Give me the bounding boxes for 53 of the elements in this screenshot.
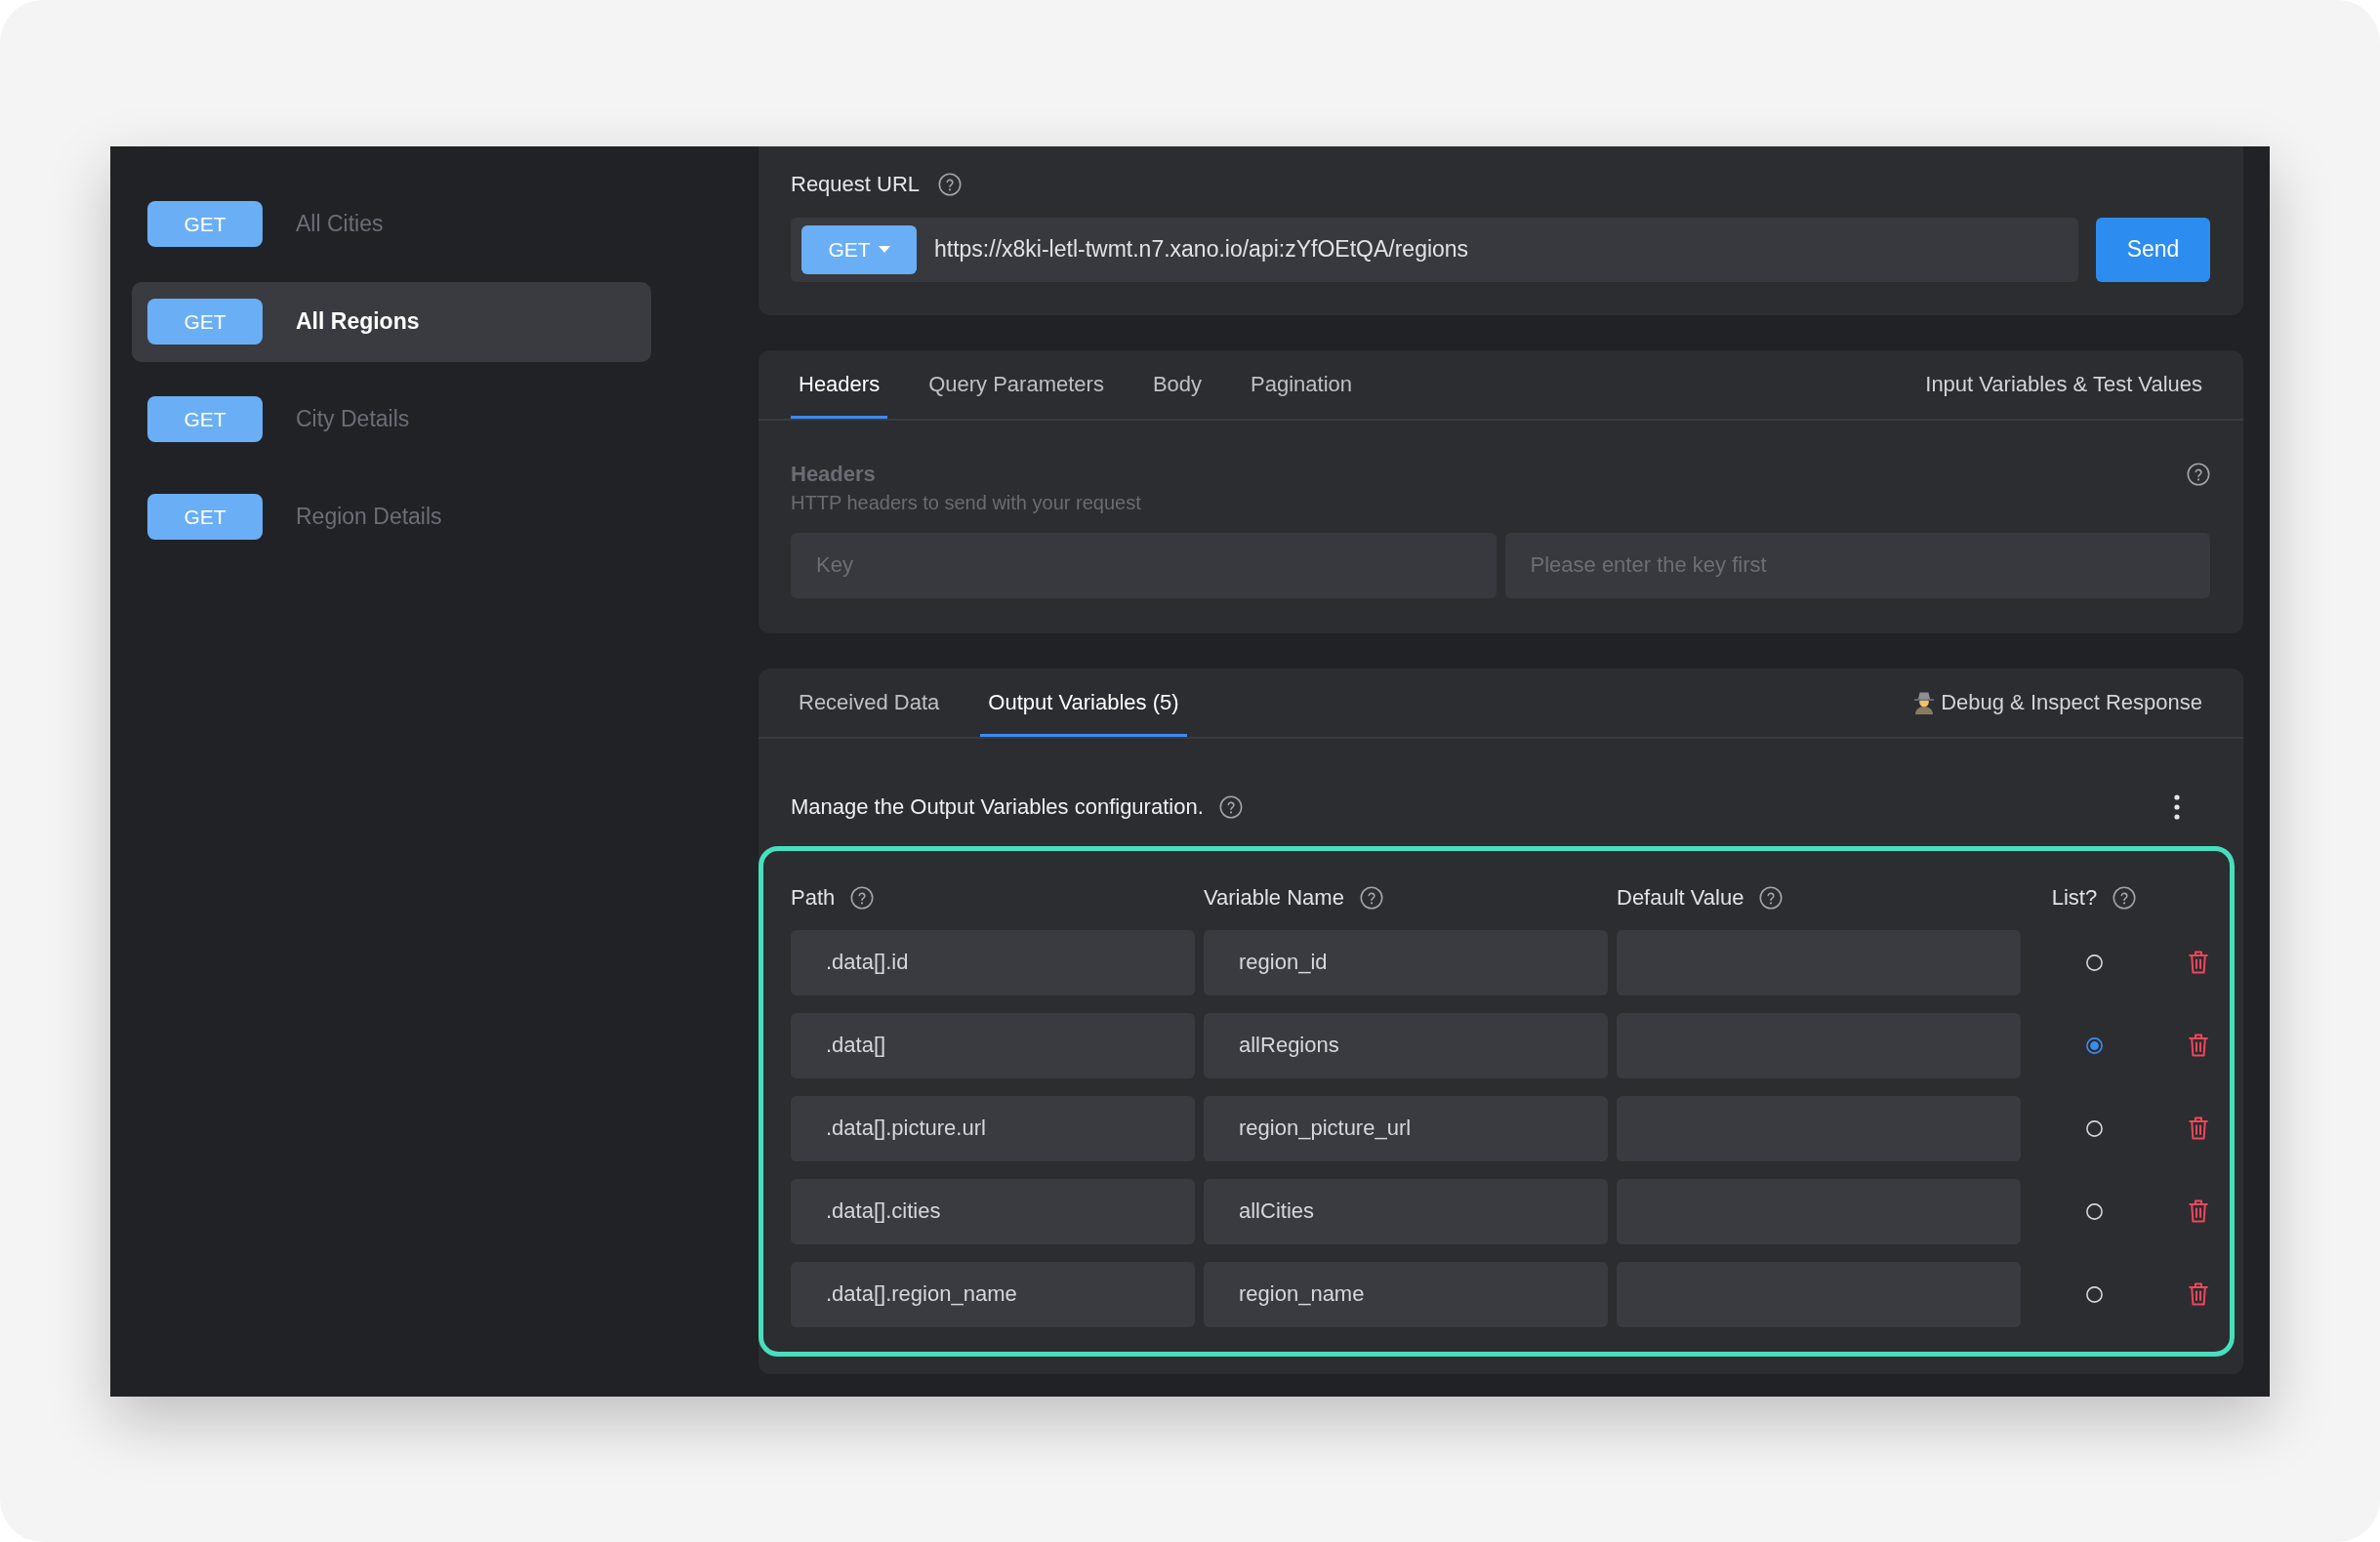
help-icon[interactable]: [1759, 885, 1784, 910]
url-field[interactable]: GET https://x8ki-letl-twmt.n7.xano.io/api:zYfOEtQA/regions: [791, 217, 2078, 282]
path-field[interactable]: .data[].picture.url: [791, 1095, 1195, 1161]
section-subtitle: HTTP headers to send with your request: [791, 490, 1142, 515]
path-field[interactable]: .data[].id: [791, 929, 1195, 995]
help-icon[interactable]: [2113, 885, 2137, 910]
variable-name-field[interactable]: region_id: [1204, 929, 1608, 995]
column-header: List?: [2051, 883, 2098, 912]
test-values-link[interactable]: Input Variables & Test Values: [1925, 368, 2202, 400]
tab[interactable]: Received Data: [791, 668, 948, 737]
help-icon[interactable]: [2187, 462, 2210, 486]
detective-icon: [1913, 690, 1936, 714]
method-badge: GET: [147, 201, 263, 247]
list-radio[interactable]: [2085, 1036, 2103, 1054]
delete-button[interactable]: [2189, 1199, 2208, 1223]
delete-button[interactable]: [2189, 1116, 2208, 1140]
description-text: Manage the Output Variables configuration.: [791, 792, 1204, 821]
column-header: Path: [791, 883, 836, 912]
section-title: Headers: [791, 460, 876, 488]
method-badge: GET: [147, 494, 263, 540]
help-icon[interactable]: [850, 885, 875, 910]
trash-icon: [2189, 1199, 2208, 1223]
column-header: Variable Name: [1204, 883, 1344, 912]
path-field[interactable]: .data[].region_name: [791, 1261, 1195, 1327]
more-options-icon[interactable]: [2174, 793, 2180, 820]
delete-button[interactable]: [2189, 1034, 2208, 1057]
tab[interactable]: Pagination: [1243, 349, 1361, 419]
debug-inspect-link[interactable]: Debug & Inspect Response: [1913, 686, 2202, 718]
variable-name-field[interactable]: allRegions: [1204, 1012, 1608, 1078]
sidebar-item[interactable]: GET All Regions: [132, 281, 651, 362]
help-icon[interactable]: [1359, 885, 1383, 910]
variable-name-field[interactable]: region_name: [1204, 1261, 1608, 1327]
tab[interactable]: Headers: [791, 349, 888, 419]
tab[interactable]: Output Variables (5): [980, 668, 1187, 737]
tab[interactable]: Query Parameters: [921, 349, 1112, 419]
request-url-label: Request URL: [791, 170, 921, 198]
column-header: Default Value: [1617, 883, 1744, 912]
help-icon[interactable]: [1218, 794, 1243, 819]
caret-icon: [878, 246, 890, 253]
tab[interactable]: Body: [1144, 349, 1211, 419]
help-icon[interactable]: [938, 172, 963, 196]
method-badge: GET: [147, 396, 263, 442]
variable-name-field[interactable]: allCities: [1204, 1178, 1608, 1244]
method-badge: GET: [147, 299, 263, 345]
delete-button[interactable]: [2189, 1282, 2208, 1306]
path-field[interactable]: .data[]: [791, 1012, 1195, 1078]
variable-name-field[interactable]: region_picture_url: [1204, 1095, 1608, 1161]
trash-icon: [2189, 1034, 2208, 1057]
trash-icon: [2189, 1282, 2208, 1306]
delete-button[interactable]: [2189, 951, 2208, 974]
path-field[interactable]: .data[].cities: [791, 1178, 1195, 1244]
trash-icon: [2189, 1116, 2208, 1140]
trash-icon: [2189, 951, 2208, 974]
